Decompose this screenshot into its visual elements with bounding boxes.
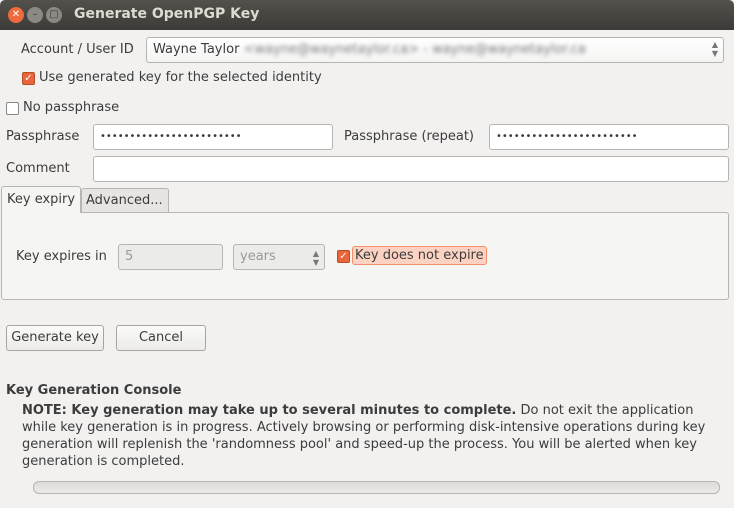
- minimize-button[interactable]: –: [27, 7, 43, 23]
- account-label: Account / User ID: [21, 42, 134, 57]
- window-title: Generate OpenPGP Key: [74, 6, 260, 22]
- maximize-button[interactable]: □: [46, 7, 62, 23]
- no-expire-checkbox[interactable]: ✓: [337, 250, 350, 263]
- spinner-icon: ▲ ▼: [711, 40, 718, 58]
- close-button[interactable]: ✕: [8, 7, 24, 23]
- tab-key-expiry[interactable]: Key expiry: [1, 186, 81, 213]
- use-generated-checkbox[interactable]: ✓: [22, 72, 35, 85]
- account-name: Wayne Taylor: [153, 42, 240, 57]
- passphrase-repeat-input[interactable]: ••••••••••••••••••••••••: [489, 124, 729, 150]
- generate-key-button[interactable]: Generate key: [6, 325, 104, 351]
- use-generated-label: Use generated key for the selected ident…: [39, 70, 322, 85]
- account-email: <wayne@waynetaylor.ca> - wayne@waynetayl…: [243, 42, 586, 57]
- tab-advanced[interactable]: Advanced...: [81, 188, 169, 212]
- expiry-unit-select[interactable]: years ▲ ▼: [233, 244, 325, 270]
- no-passphrase-label: No passphrase: [23, 100, 120, 115]
- spinner-icon: ▲ ▼: [312, 249, 319, 267]
- key-expires-label: Key expires in: [16, 249, 107, 264]
- passphrase-label: Passphrase: [6, 129, 80, 144]
- console-note-bold: NOTE: Key generation may take up to seve…: [22, 403, 517, 418]
- console-title: Key Generation Console: [6, 383, 182, 398]
- comment-input[interactable]: [93, 156, 729, 182]
- cancel-button[interactable]: Cancel: [116, 325, 206, 351]
- title-bar: ✕ – □ Generate OpenPGP Key: [0, 0, 734, 30]
- progress-bar: [33, 481, 720, 494]
- account-select[interactable]: Wayne Taylor <wayne@waynetaylor.ca> - wa…: [146, 37, 724, 63]
- comment-label: Comment: [6, 161, 70, 176]
- expiry-unit-value: years: [240, 249, 276, 264]
- expiry-value-input[interactable]: 5: [118, 244, 223, 270]
- passphrase-repeat-label: Passphrase (repeat): [344, 129, 474, 144]
- no-passphrase-checkbox[interactable]: [6, 102, 19, 115]
- passphrase-input[interactable]: ••••••••••••••••••••••••: [93, 124, 333, 150]
- no-expire-label: Key does not expire: [352, 246, 487, 265]
- console-note: NOTE: Key generation may take up to seve…: [22, 402, 728, 470]
